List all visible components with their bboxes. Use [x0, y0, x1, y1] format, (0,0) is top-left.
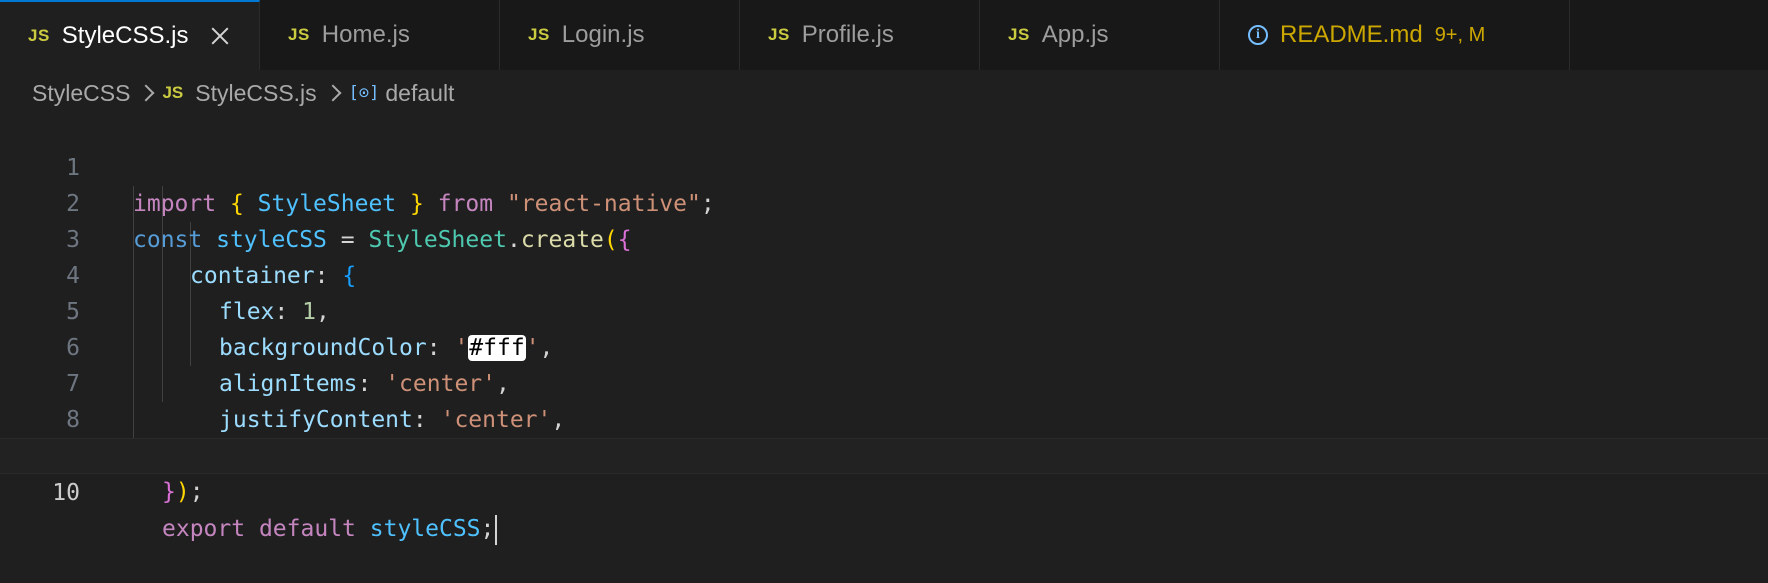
- symbol-variable-icon: [⊙]: [348, 83, 380, 103]
- tab-label: Login.js: [561, 21, 645, 48]
- tab-login[interactable]: JS Login.js: [500, 0, 740, 70]
- code-line: 1 import { StyleSheet } from "react-nati…: [0, 114, 1768, 217]
- tab-readme[interactable]: i README.md 9+, M: [1220, 0, 1570, 70]
- code-line-current: 10 export default styleCSS;: [0, 438, 1768, 545]
- tab-home[interactable]: JS Home.js: [260, 0, 500, 70]
- js-file-icon: JS: [768, 25, 790, 44]
- js-file-icon: JS: [288, 25, 310, 44]
- js-file-icon: JS: [162, 83, 184, 102]
- close-icon[interactable]: [209, 25, 231, 47]
- code-line: 8 },: [0, 366, 1768, 469]
- code-line: 5 backgroundColor: '#fff',: [0, 258, 1768, 361]
- js-file-icon: JS: [1008, 25, 1030, 44]
- code-line: 7 justifyContent: 'center',: [0, 330, 1768, 433]
- code-line: 3 container: {: [0, 186, 1768, 289]
- code-editor[interactable]: 1 import { StyleSheet } from "react-nati…: [0, 114, 1768, 545]
- breadcrumb-file[interactable]: StyleCSS.js: [195, 80, 316, 107]
- js-file-icon: JS: [28, 26, 50, 45]
- info-icon: i: [1248, 25, 1268, 45]
- chevron-right-icon: [324, 84, 342, 102]
- tab-label: README.md: [1280, 21, 1423, 48]
- tab-profile[interactable]: JS Profile.js: [740, 0, 980, 70]
- breadcrumb-folder[interactable]: StyleCSS: [32, 80, 130, 107]
- tab-app[interactable]: JS App.js: [980, 0, 1220, 70]
- code-line: 2 const styleCSS = StyleSheet.create({: [0, 150, 1768, 253]
- problems-badge: 9+, M: [1434, 23, 1486, 46]
- tab-stylecss[interactable]: JS StyleCSS.js: [0, 0, 260, 70]
- breadcrumb: StyleCSS JS StyleCSS.js [⊙] default: [32, 74, 454, 112]
- code-line: 6 alignItems: 'center',: [0, 294, 1768, 397]
- tab-label: Profile.js: [801, 21, 894, 48]
- line-number: 10: [52, 480, 80, 506]
- chevron-right-icon: [137, 84, 155, 102]
- text-cursor: [495, 514, 498, 545]
- code-line: 9 });: [0, 402, 1768, 505]
- tab-bar: JS StyleCSS.js JS Home.js JS Login.js JS…: [0, 0, 1768, 70]
- tab-label: App.js: [1041, 21, 1109, 48]
- js-file-icon: JS: [528, 25, 550, 44]
- tab-label: Home.js: [321, 21, 410, 48]
- breadcrumb-symbol[interactable]: default: [385, 80, 454, 107]
- tab-label: StyleCSS.js: [61, 22, 189, 49]
- code-line: 4 flex: 1,: [0, 222, 1768, 325]
